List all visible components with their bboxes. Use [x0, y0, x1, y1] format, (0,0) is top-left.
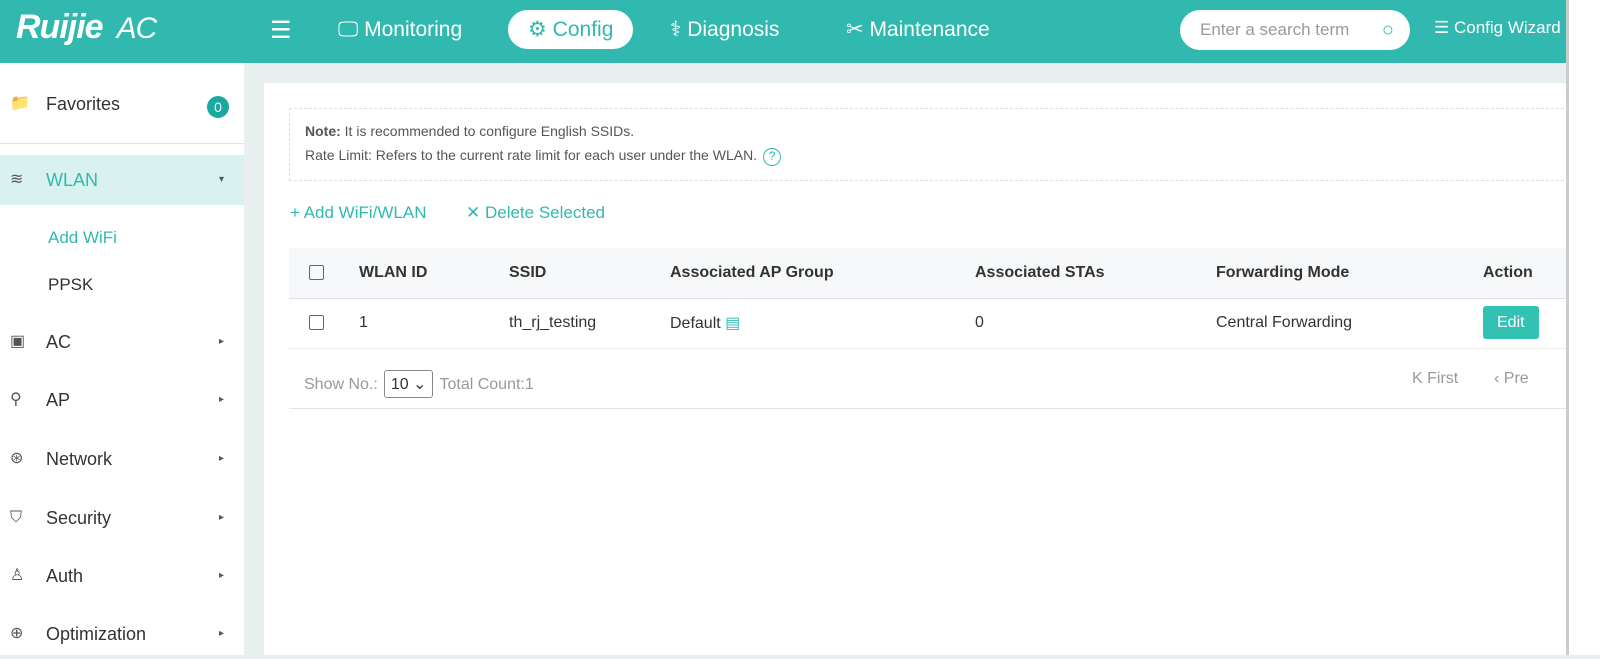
search-input[interactable]: Enter a search term ○ [1180, 10, 1410, 50]
cell-ssid: th_rj_testing [509, 298, 670, 349]
note-box: Note: It is recommended to configure Eng… [289, 108, 1579, 181]
network-icon: ⊛ [10, 450, 24, 467]
help-icon[interactable]: ? [763, 148, 782, 166]
col-wlan-id: WLAN ID [359, 248, 509, 299]
cell-mode: Central Forwarding [1216, 298, 1483, 349]
collapse-menu-icon[interactable]: ☰ [270, 16, 292, 45]
cell-stas: 0 [975, 298, 1216, 349]
sidebar-item-network[interactable]: ⊛ Network ▸ [0, 434, 244, 484]
delete-selected-button[interactable]: ✕ Delete Selected [466, 203, 605, 223]
table-row: 1 th_rj_testing Default ▤ 0 Central Forw… [289, 298, 1579, 349]
shield-icon: ⛉ [10, 509, 23, 526]
sidebar-item-ap[interactable]: ⚲ AP ▸ [0, 375, 244, 425]
prev-page-button[interactable]: ‹ Pre [1494, 370, 1529, 388]
user-icon: ♙ [10, 567, 25, 584]
row-checkbox[interactable] [309, 315, 324, 331]
logo: Ruijie AC [16, 8, 157, 46]
sidebar-item-optimization[interactable]: ⊕ Optimization ▸ [0, 609, 244, 659]
favorites-count-badge: 0 [207, 96, 229, 118]
col-ssid: SSID [509, 248, 670, 299]
favorites-icon: 📁 [10, 95, 30, 112]
edit-button[interactable]: Edit [1483, 306, 1539, 339]
nav-monitoring[interactable]: 🖵 Monitoring [318, 10, 482, 49]
nav-diagnosis[interactable]: ⚕ Diagnosis [650, 10, 799, 49]
col-stas: Associated STAs [975, 248, 1216, 299]
sidebar-sub-add-wifi[interactable]: Add WiFi [0, 213, 244, 263]
sidebar-item-security[interactable]: ⛉ Security ▸ [0, 493, 244, 543]
sidebar-item-wlan[interactable]: ≋ WLAN ▾ [0, 155, 244, 205]
col-ap-group: Associated AP Group [670, 248, 975, 299]
first-page-button[interactable]: K First [1412, 370, 1458, 388]
content-panel: Note: It is recommended to configure Eng… [264, 83, 1579, 655]
add-wlan-button[interactable]: + Add WiFi/WLAN [290, 203, 427, 223]
select-all-checkbox[interactable] [309, 265, 324, 281]
scrollbar[interactable] [1566, 0, 1600, 655]
search-icon[interactable]: ○ [1382, 10, 1394, 50]
config-wizard-link[interactable]: ☰ Config Wizard [1434, 18, 1561, 38]
sidebar-item-auth[interactable]: ♙ Auth ▸ [0, 551, 244, 601]
wlan-table: WLAN ID SSID Associated AP Group Associa… [289, 248, 1579, 349]
wifi-icon: ≋ [10, 171, 24, 188]
col-action: Action [1483, 248, 1579, 299]
nav-maintenance[interactable]: ✂ Maintenance [826, 10, 1010, 49]
optimization-icon: ⊕ [10, 625, 24, 642]
page-size: Show No.: 10 ⌄ Total Count:1 [304, 370, 534, 398]
sidebar-sub-ppsk[interactable]: PPSK [0, 260, 244, 310]
ac-icon: ▣ [10, 333, 26, 350]
nav-config[interactable]: ⚙ Config [508, 10, 634, 49]
ap-icon: ⚲ [10, 391, 22, 408]
view-group-icon[interactable]: ▤ [725, 315, 740, 332]
col-forwarding: Forwarding Mode [1216, 248, 1483, 299]
sidebar-item-ac[interactable]: ▣ AC ▸ [0, 317, 244, 367]
top-bar: Ruijie AC ☰ 🖵 Monitoring ⚙ Config ⚕ Diagn… [0, 0, 1566, 63]
page-size-select[interactable]: 10 ⌄ [383, 370, 434, 398]
sidebar: 📁 Favorites 0 ≋ WLAN ▾ Add WiFi PPSK ▣ AC ▸ ⚲… [0, 63, 244, 655]
cell-group: Default ▤ [670, 298, 975, 349]
cell-id: 1 [359, 298, 509, 349]
